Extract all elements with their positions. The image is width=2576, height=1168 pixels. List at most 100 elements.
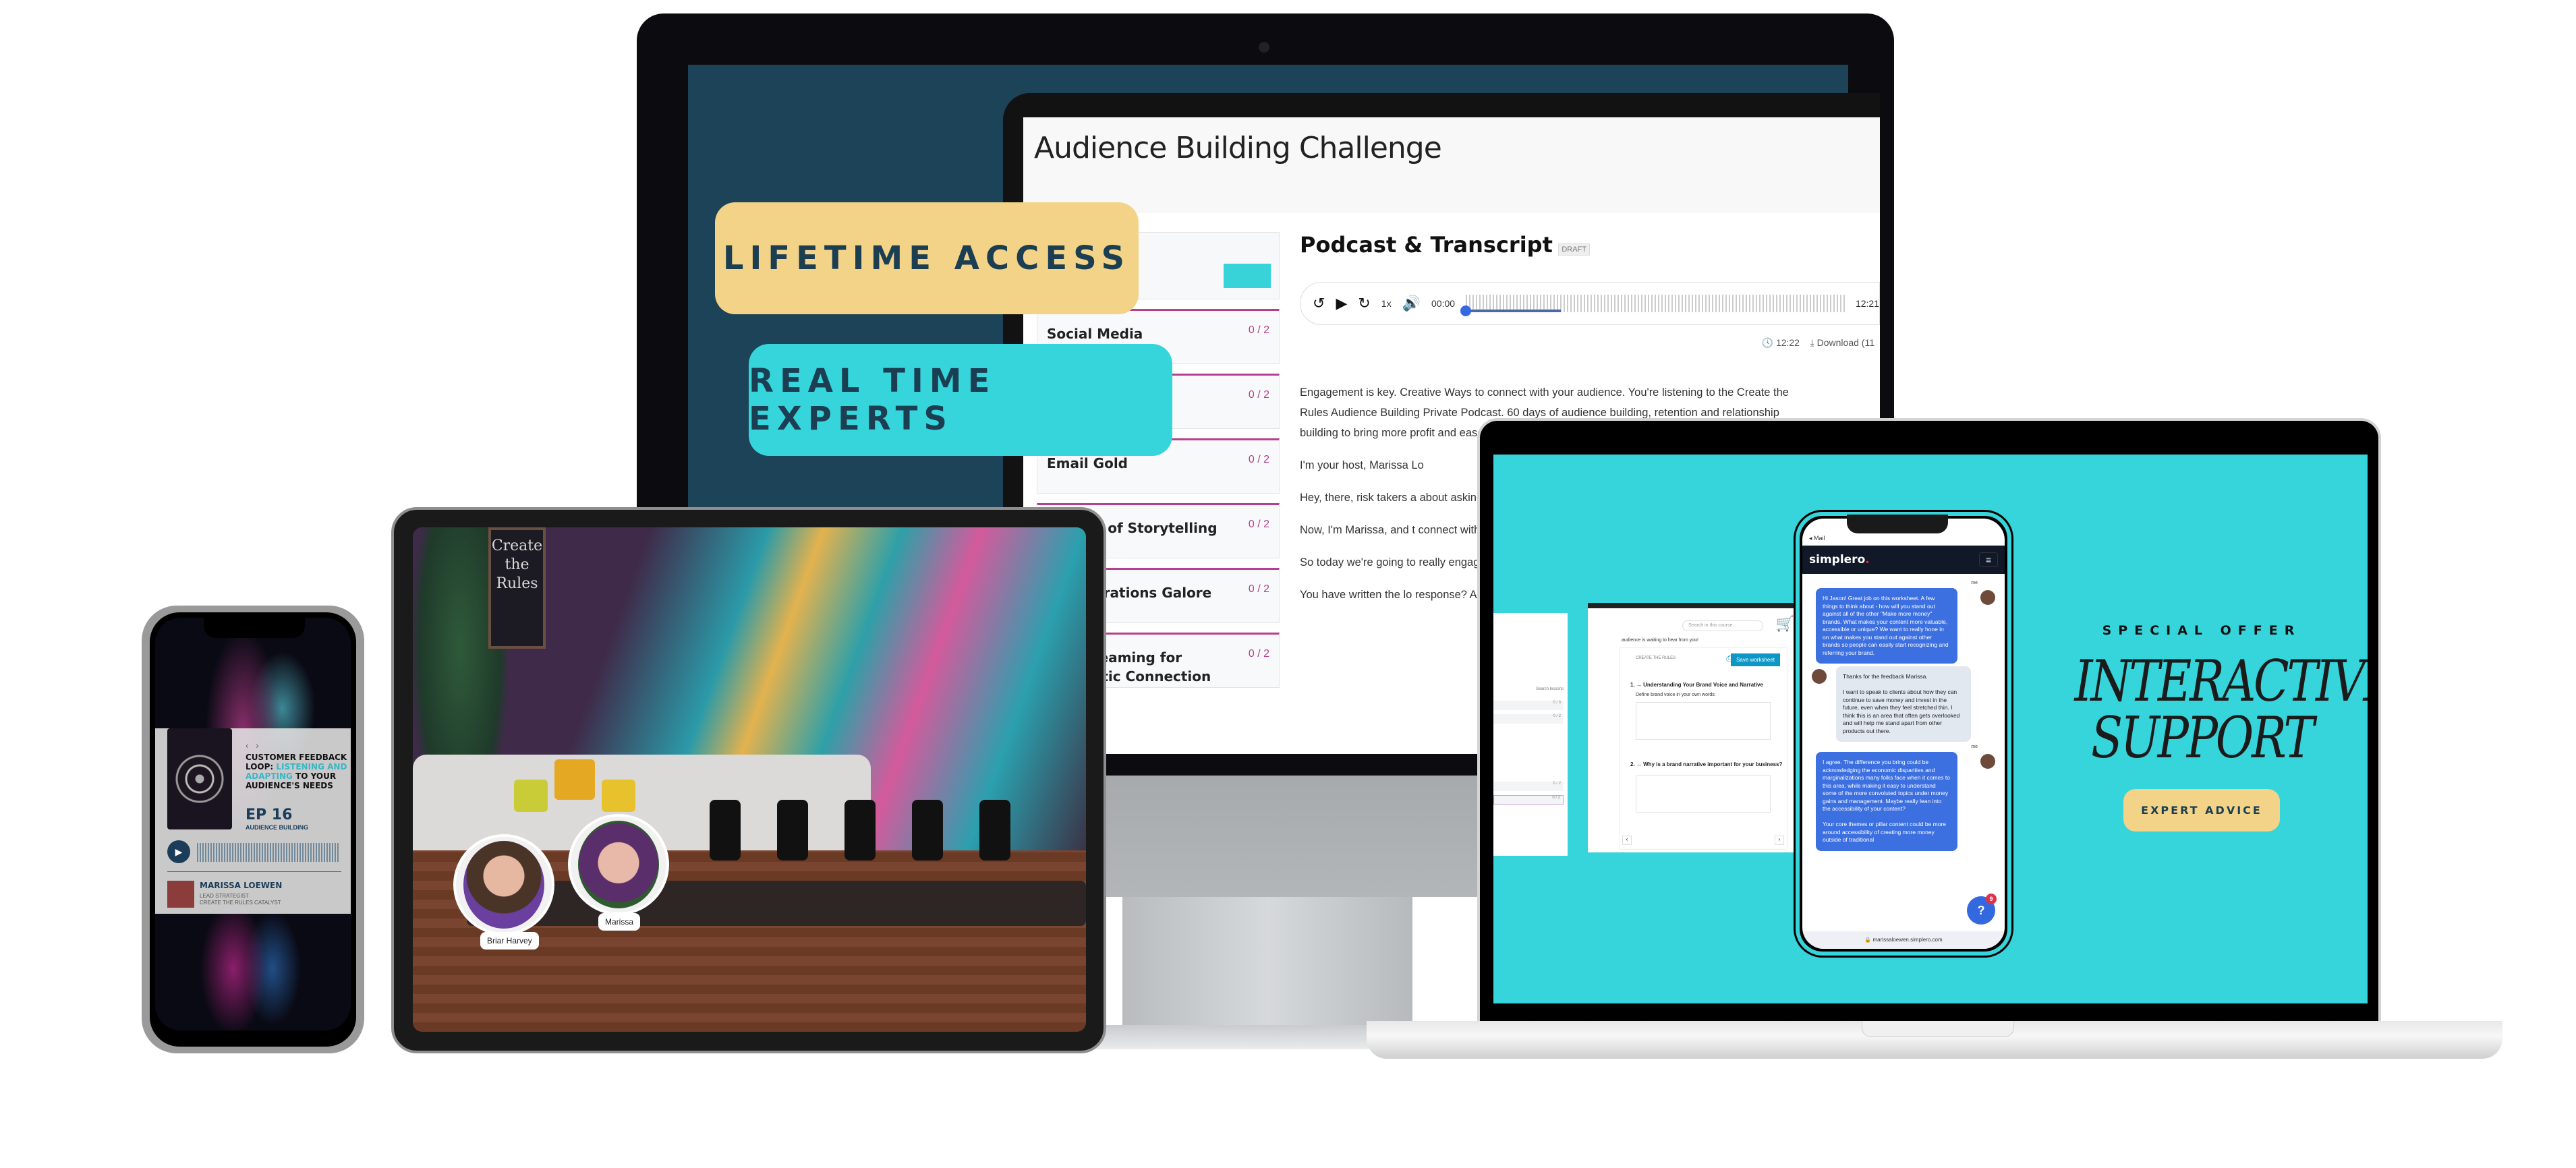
pillow xyxy=(602,780,635,812)
host-role: LEAD STRATEGIST CREATE THE RULES CATALYS… xyxy=(200,893,281,906)
expert-advice-button[interactable]: EXPERT ADVICE xyxy=(2123,789,2280,831)
help-chat-button[interactable]: ? 9 xyxy=(1967,894,1997,925)
course-title: Audience Building Challenge xyxy=(1034,131,1442,165)
brand-logo: CREATE THE RULES xyxy=(1636,656,1676,660)
question-text: Understanding Your Brand Voice and Narra… xyxy=(1643,682,1763,688)
host-org: CREATE THE RULES CATALYST xyxy=(200,900,281,906)
logo-text: simplero xyxy=(1809,553,1866,566)
notification-badge: 9 xyxy=(1986,894,1997,904)
sender-label: me xyxy=(1971,744,1978,749)
podcast-title: Podcast & Transcript xyxy=(1300,232,1553,258)
question-number: 2. xyxy=(1630,761,1635,767)
question-text: Why is a brand narrative important for y… xyxy=(1643,761,1783,767)
podcast-artwork xyxy=(167,728,232,829)
lesson-count-row[interactable]: 0 / 2 xyxy=(1493,782,1564,791)
podcast-draft-badge: DRAFT xyxy=(1558,243,1590,256)
participant-name-tag: Marissa xyxy=(598,913,641,931)
episode-nav: ‹ › xyxy=(246,740,259,751)
lock-icon: 🔒 xyxy=(1864,937,1872,943)
rewind-15-icon[interactable]: ↺ xyxy=(1313,295,1325,312)
host-name: MARISSA LOEWEN xyxy=(200,881,283,890)
conference-table xyxy=(467,880,1086,926)
simplero-logo[interactable]: simplero. xyxy=(1809,553,1870,566)
phone-notch xyxy=(1847,515,1948,533)
offer-title-line: INTERACTIVE xyxy=(2074,648,2368,714)
sender-label: me xyxy=(1971,581,1978,585)
question-number: 1. xyxy=(1630,682,1635,688)
podcast-episode-card: ‹ › CUSTOMER FEEDBACK LOOP: LISTENING AN… xyxy=(155,728,351,914)
answer-1-textarea[interactable] xyxy=(1636,702,1771,740)
chalkboard-sign: Create the Rules xyxy=(488,527,546,649)
laptop-screen: Search lessons 0 / 3 0 / 2 0 / 2 0 / 2 S… xyxy=(1493,455,2368,1003)
chair[interactable] xyxy=(979,799,1010,860)
participant-avatar-marissa[interactable] xyxy=(568,814,669,915)
avatar-photo xyxy=(463,841,544,929)
virtual-meeting-room: Create the Rules Briar Harvey Marissa xyxy=(413,527,1086,1032)
hamburger-menu-icon[interactable]: ≡ xyxy=(1979,552,1998,567)
forward-30-icon[interactable]: ↻ xyxy=(1358,295,1370,312)
simplero-navbar: simplero. ≡ xyxy=(1802,546,2005,574)
chat-message: me Hi Jason! Great job on this worksheet.… xyxy=(1809,581,1998,664)
chair[interactable] xyxy=(845,799,876,860)
lesson-progress: 0 / 2 xyxy=(1248,583,1269,595)
camera-icon xyxy=(1259,42,1269,53)
episode-category: AUDIENCE BUILDING xyxy=(246,824,309,831)
play-icon[interactable]: ▶ xyxy=(1336,295,1347,312)
play-button[interactable]: ▶ xyxy=(167,840,190,863)
answer-2-textarea[interactable] xyxy=(1636,775,1771,813)
course-search-input[interactable]: Search in this course xyxy=(1682,620,1763,631)
laptop-trackpad-notch xyxy=(1862,1021,2014,1037)
next-button[interactable]: › xyxy=(1775,836,1784,845)
cart-icon[interactable]: 🛒 xyxy=(1776,615,1794,633)
lesson-progress: 0 / 2 xyxy=(1248,519,1269,530)
audio-scrubber[interactable] xyxy=(1460,295,1845,316)
save-worksheet-button[interactable]: Save worksheet xyxy=(1731,653,1780,666)
lesson-count-row[interactable]: 0 / 2 xyxy=(1493,714,1564,724)
chat-bubble: Hi Jason! Great job on this worksheet. A… xyxy=(1816,588,1957,664)
chat-avatar xyxy=(1812,669,1827,684)
pillow xyxy=(514,780,548,812)
chat-avatar xyxy=(1980,754,1995,769)
prev-button[interactable]: ‹ xyxy=(1622,836,1632,845)
chair[interactable] xyxy=(777,799,808,860)
device-mockup-stage: Audience Building Challenge 12:22 orkshe… xyxy=(0,0,2576,1168)
worksheet-thumbnail xyxy=(1224,264,1271,288)
play-icon: ▶ xyxy=(175,846,183,857)
worksheet-sidebar-panel: Search lessons 0 / 3 0 / 2 0 / 2 0 / 2 xyxy=(1493,613,1568,856)
chair[interactable] xyxy=(912,799,943,860)
question-icon: ? xyxy=(1977,903,1985,917)
playback-speed[interactable]: 1x xyxy=(1381,298,1392,309)
audio-waveform[interactable] xyxy=(197,843,340,862)
chat-thread: me Hi Jason! Great job on this worksheet.… xyxy=(1802,574,2005,858)
scrubber-handle[interactable] xyxy=(1460,305,1472,316)
phone-bezel: ‹ › CUSTOMER FEEDBACK LOOP: LISTENING AN… xyxy=(150,612,356,1047)
chat-phone: ◂ Mail simplero. ≡ me Hi Jason! Great job… xyxy=(1794,510,2013,958)
url-bar: 🔒 marissaloewen.simplero.com xyxy=(1802,931,2005,949)
chat-bubble: I agree. The difference you bring could … xyxy=(1816,752,1957,851)
worksheet-panel: Search in this course 🛒 audience is wait… xyxy=(1588,603,1801,852)
scrubber-progress xyxy=(1466,310,1561,312)
chat-phone-screen: ◂ Mail simplero. ≡ me Hi Jason! Great job… xyxy=(1802,519,2005,949)
download-icon[interactable]: ⤓ xyxy=(1810,337,1814,348)
next-episode-button[interactable]: › xyxy=(256,740,258,751)
offer-title: INTERACTIVE SUPPORT xyxy=(2074,648,2368,771)
search-lessons[interactable]: Search lessons xyxy=(1536,687,1564,691)
participant-avatar-briar[interactable] xyxy=(453,834,554,935)
url-text: marissaloewen.simplero.com xyxy=(1872,937,1943,943)
question-2: 2. → Why is a brand narrative important … xyxy=(1630,761,1783,767)
clock-icon: 🕓 xyxy=(1761,337,1774,348)
chat-message: me I agree. The difference you bring coul… xyxy=(1809,744,1998,851)
volume-icon[interactable]: 🔊 xyxy=(1402,295,1421,312)
lesson-count-row[interactable]: 0 / 2 xyxy=(1493,795,1564,805)
download-link[interactable]: Download (11 xyxy=(1817,337,1874,348)
offer-title-line: SUPPORT xyxy=(2090,705,2314,771)
prev-episode-button[interactable]: ‹ xyxy=(246,740,248,751)
episode-title: CUSTOMER FEEDBACK LOOP: LISTENING AND AD… xyxy=(246,753,351,790)
current-time: 00:00 xyxy=(1431,298,1456,309)
chair[interactable] xyxy=(710,799,741,860)
chat-message: Thanks for the feedback Marissa. I want … xyxy=(1809,666,1998,742)
special-offer: SPECIAL OFFER INTERACTIVE SUPPORT EXPERT… xyxy=(2047,623,2368,831)
lesson-progress: 0 / 2 xyxy=(1248,648,1269,660)
pillow xyxy=(554,759,595,800)
lesson-count-row[interactable]: 0 / 3 xyxy=(1493,701,1564,710)
